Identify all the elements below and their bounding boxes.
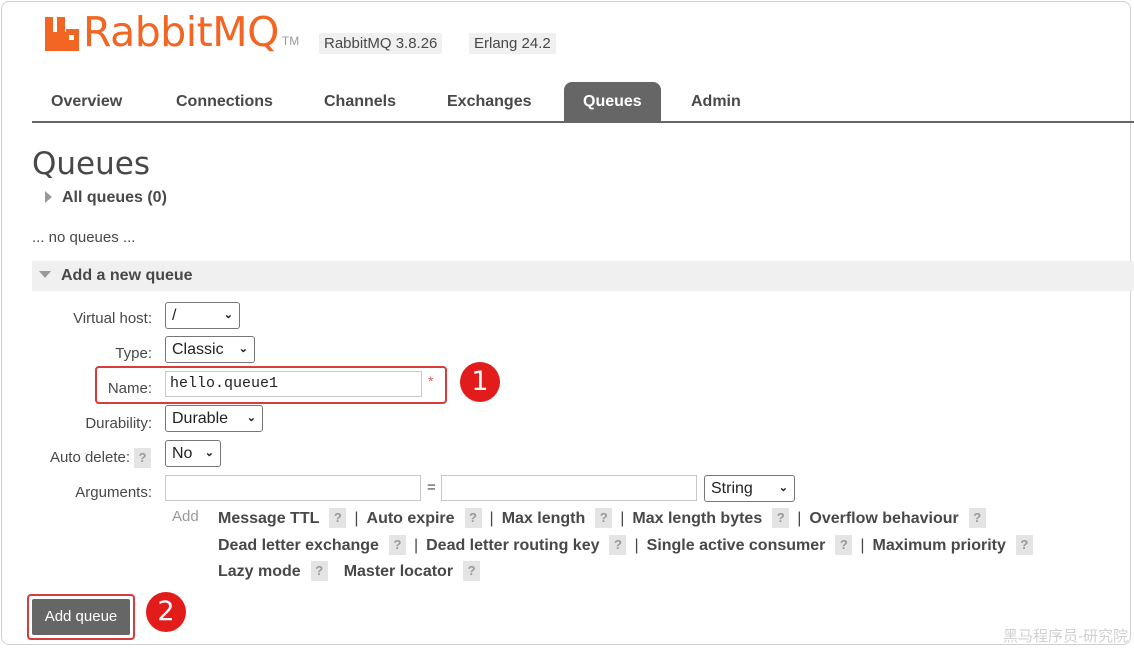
- expand-arrow-icon: [45, 190, 52, 203]
- help-icon[interactable]: ?: [968, 508, 986, 528]
- argument-key-input[interactable]: [165, 475, 421, 501]
- help-icon[interactable]: ?: [310, 561, 328, 581]
- tab-channels[interactable]: Channels: [305, 82, 415, 121]
- argument-type-select[interactable]: String ⌄: [704, 475, 795, 502]
- type-label: Type:: [115, 345, 152, 362]
- type-select[interactable]: Classic ⌄: [165, 336, 255, 363]
- arg-max-length-bytes[interactable]: Max length bytes: [632, 510, 762, 527]
- add-queue-button[interactable]: Add queue: [32, 599, 130, 635]
- rabbitmq-version-badge: RabbitMQ 3.8.26: [319, 33, 443, 54]
- logo-wordmark: RabbitMQ: [83, 8, 279, 56]
- add-queue-section-header[interactable]: [32, 261, 1134, 291]
- arg-max-length[interactable]: Max length: [502, 510, 586, 527]
- virtual-host-label: Virtual host:: [73, 310, 152, 327]
- all-queues-toggle[interactable]: All queues (0): [45, 189, 167, 207]
- argument-shortcuts-row-1: Message TTL? | Auto expire? | Max length? | Ma…: [218, 508, 986, 529]
- arg-auto-expire[interactable]: Auto expire: [367, 510, 455, 527]
- auto-delete-help-icon[interactable]: ?: [134, 448, 151, 468]
- auto-delete-value: No: [172, 445, 193, 462]
- durability-select[interactable]: Durable ⌄: [165, 405, 263, 432]
- help-icon[interactable]: ?: [463, 561, 481, 581]
- help-icon[interactable]: ?: [1015, 535, 1033, 555]
- arg-dead-letter-exchange[interactable]: Dead letter exchange: [218, 537, 379, 554]
- add-queue-section-label: Add a new queue: [61, 267, 193, 284]
- page-title: Queues: [32, 146, 150, 182]
- rabbit-logo-icon: [45, 17, 79, 51]
- auto-delete-select[interactable]: No ⌄: [165, 440, 221, 467]
- argument-value-input[interactable]: [441, 475, 697, 501]
- arg-master-locator[interactable]: Master locator: [344, 563, 453, 580]
- arg-maximum-priority[interactable]: Maximum priority: [873, 537, 1006, 554]
- tab-exchanges[interactable]: Exchanges: [428, 82, 550, 121]
- tab-connections[interactable]: Connections: [157, 82, 292, 121]
- arg-overflow-behaviour[interactable]: Overflow behaviour: [809, 510, 958, 527]
- chevron-down-icon: ⌄: [246, 412, 256, 424]
- help-icon[interactable]: ?: [609, 535, 627, 555]
- chevron-down-icon: ⌄: [778, 482, 788, 494]
- annotation-badge-2: 2: [146, 592, 186, 632]
- durability-label: Durability:: [85, 415, 152, 432]
- tab-overview[interactable]: Overview: [32, 82, 141, 121]
- main-nav-tabs: Overview Connections Channels Exchanges …: [32, 82, 1134, 123]
- chevron-down-icon: ⌄: [238, 343, 248, 355]
- watermark: 黑马程序员-研究院: [1003, 628, 1128, 645]
- logo-trademark: TM: [281, 34, 300, 48]
- tab-queues[interactable]: Queues: [564, 82, 661, 121]
- help-icon[interactable]: ?: [388, 535, 406, 555]
- type-value: Classic: [172, 341, 224, 358]
- help-icon[interactable]: ?: [835, 535, 853, 555]
- argument-shortcuts-row-2: Dead letter exchange? | Dead letter routin…: [218, 535, 1033, 556]
- arg-dead-letter-routing-key[interactable]: Dead letter routing key: [426, 537, 599, 554]
- argument-shortcuts-row-3: Lazy mode? Master locator?: [218, 561, 481, 582]
- chevron-down-icon: ⌄: [204, 447, 214, 459]
- erlang-version-badge: Erlang 24.2: [469, 33, 556, 54]
- rabbitmq-logo[interactable]: RabbitMQ TM: [45, 10, 299, 54]
- auto-delete-label: Auto delete:: [49, 449, 130, 466]
- add-argument-link[interactable]: Add: [172, 508, 199, 525]
- arg-message-ttl[interactable]: Message TTL: [218, 510, 319, 527]
- annotation-badge-1: 1: [460, 362, 500, 402]
- name-label: Name:: [107, 380, 152, 397]
- virtual-host-select[interactable]: / ⌄: [165, 302, 240, 329]
- equals-sign: =: [427, 479, 436, 496]
- all-queues-label: All queues (0): [62, 189, 167, 206]
- chevron-down-icon: ⌄: [223, 309, 233, 321]
- required-asterisk: *: [428, 373, 434, 389]
- argument-type-value: String: [711, 480, 753, 497]
- help-icon[interactable]: ?: [464, 508, 482, 528]
- help-icon[interactable]: ?: [595, 508, 613, 528]
- arguments-label: Arguments:: [75, 484, 152, 501]
- arg-single-active-consumer[interactable]: Single active consumer: [647, 537, 826, 554]
- tab-admin[interactable]: Admin: [672, 82, 760, 121]
- help-icon[interactable]: ?: [329, 508, 347, 528]
- no-queues-text: ... no queues ...: [32, 229, 136, 246]
- arg-lazy-mode[interactable]: Lazy mode: [218, 563, 301, 580]
- add-queue-toggle[interactable]: Add a new queue: [39, 267, 193, 285]
- name-input[interactable]: hello.queue1: [165, 371, 422, 397]
- virtual-host-value: /: [172, 307, 177, 324]
- collapse-arrow-icon: [39, 271, 51, 279]
- durability-value: Durable: [172, 410, 229, 427]
- help-icon[interactable]: ?: [772, 508, 790, 528]
